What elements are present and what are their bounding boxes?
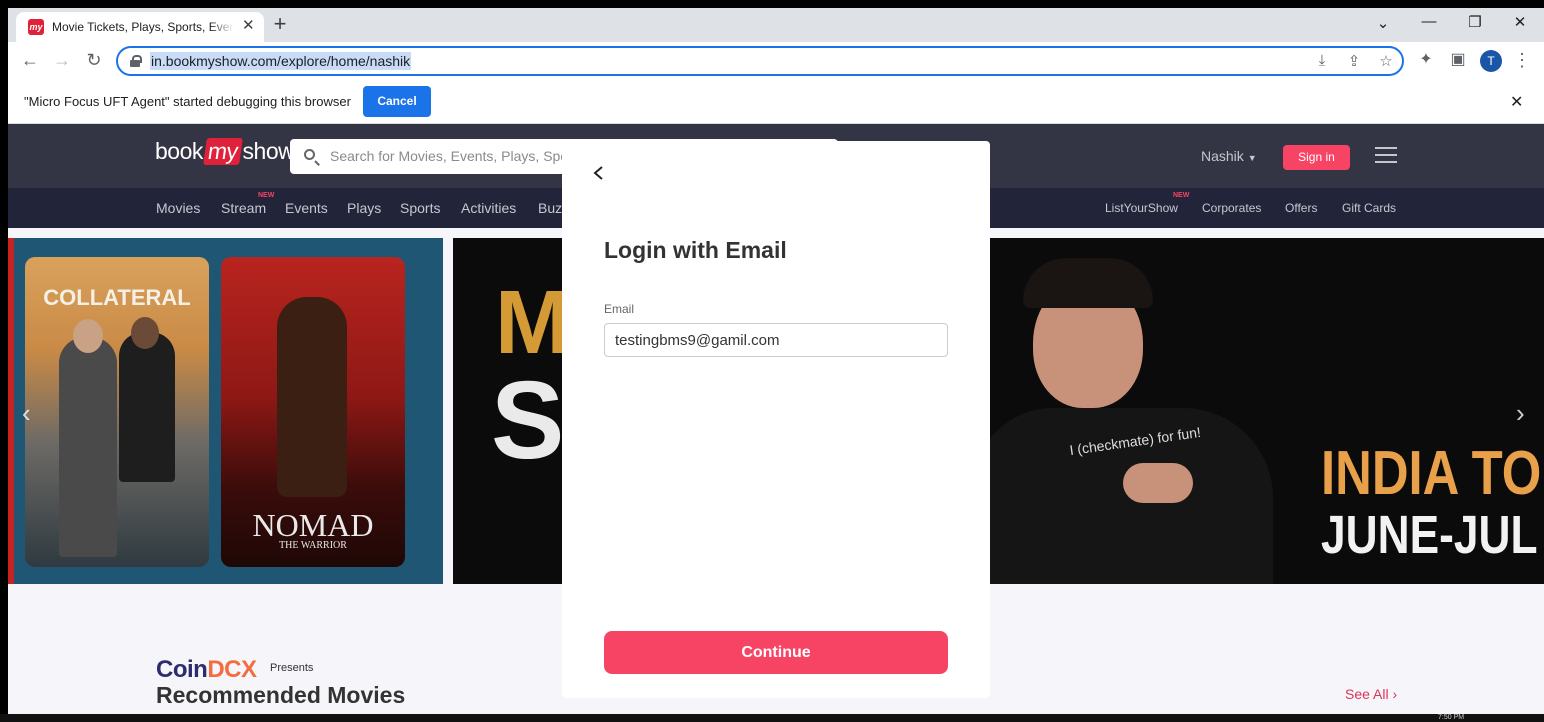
page-content: book my show Search for Movies, Events, Pl… (8, 124, 1544, 722)
poster-title: COLLATERAL (43, 285, 191, 310)
minimize-icon[interactable]: — (1419, 13, 1439, 30)
email-field[interactable] (604, 323, 948, 357)
taskbar-clock: 7:50 PM (1438, 714, 1465, 721)
carousel-prev-icon[interactable]: ‹ (22, 398, 31, 429)
coindcx-logo: CoinDCX (156, 656, 257, 684)
reload-icon[interactable]: ↻ (83, 50, 105, 70)
city-name: Nashik (1201, 148, 1244, 164)
infobar-cancel-button[interactable]: Cancel (363, 86, 431, 117)
side-panel-icon[interactable]: ▣ (1447, 50, 1469, 70)
tab-search-chevron-icon[interactable]: ⌄ (1373, 14, 1393, 32)
new-tab-icon[interactable]: + (268, 12, 292, 36)
see-all-link[interactable]: See All › (1345, 686, 1397, 702)
face-shape (73, 319, 103, 353)
banner-edge (8, 238, 14, 584)
section-title: Recommended Movies (156, 682, 406, 708)
install-app-icon[interactable]: ⤓ (1312, 52, 1332, 69)
hand-shape (1123, 463, 1193, 503)
lock-icon[interactable] (130, 55, 142, 67)
hamburger-menu-icon[interactable] (1375, 147, 1397, 163)
tab-title: Movie Tickets, Plays, Sports, Events & C… (52, 20, 234, 34)
maximize-icon[interactable]: ❐ (1465, 13, 1485, 31)
share-icon[interactable]: ⇪ (1344, 52, 1364, 70)
nav-listyourshow[interactable]: ListYourShow (1105, 201, 1178, 215)
chrome-menu-icon[interactable]: ⋮ (1511, 50, 1533, 70)
presents-label: Presents (270, 662, 314, 674)
poster-collateral[interactable]: COLLATERAL (25, 257, 209, 567)
figure-silhouette (277, 297, 347, 497)
browser-toolbar: ← → ↻ in.bookmyshow.com/explore/home/nas… (8, 42, 1544, 80)
infobar-close-icon[interactable]: ✕ (1510, 92, 1523, 112)
caret-down-icon: ▼ (1247, 153, 1257, 163)
extensions-puzzle-icon[interactable]: ✦ (1415, 50, 1437, 70)
os-taskbar (0, 714, 1544, 722)
brand-text: DCX (207, 656, 257, 683)
logo-text-my: my (202, 138, 243, 165)
profile-avatar[interactable]: T (1480, 50, 1502, 72)
banner-letters: M (495, 273, 570, 373)
nav-gift-cards[interactable]: Gift Cards (1342, 201, 1396, 215)
forward-arrow-icon[interactable]: → (51, 50, 73, 70)
tour-dates: JUNE-JUL (1321, 505, 1538, 565)
poster-subtitle: THE WARRIOR (279, 540, 347, 551)
tab-active[interactable]: my Movie Tickets, Plays, Sports, Events … (16, 12, 264, 42)
logo-text-book: book (155, 138, 203, 164)
close-window-icon[interactable]: ✕ (1510, 13, 1530, 31)
nav-movies[interactable]: Movies (156, 200, 200, 216)
banner-slide-movies[interactable]: COLLATERAL NOMAD THE WARRIOR (8, 238, 443, 584)
new-badge: NEW (258, 192, 275, 199)
city-selector[interactable]: Nashik ▼ (1201, 148, 1257, 164)
poster-nomad[interactable]: NOMAD THE WARRIOR (221, 257, 405, 567)
logo-text-show: show (242, 138, 295, 164)
carousel-next-icon[interactable]: › (1516, 398, 1525, 429)
face-shape (131, 317, 159, 349)
bookmyshow-logo[interactable]: book my show (155, 138, 295, 165)
back-arrow-icon[interactable]: ← (19, 50, 41, 70)
back-chevron-icon[interactable] (592, 165, 612, 181)
bookmyshow-favicon-icon: my (28, 19, 44, 35)
login-modal: Login with Email Email Continue (562, 141, 990, 698)
debugging-infobar: "Micro Focus UFT Agent" started debuggin… (8, 80, 1544, 124)
url-text[interactable]: in.bookmyshow.com/explore/home/nashik (150, 52, 412, 70)
nav-offers[interactable]: Offers (1285, 201, 1317, 215)
nav-events[interactable]: Events (285, 200, 328, 216)
figure-silhouette (59, 337, 117, 557)
figure-silhouette (119, 332, 175, 482)
address-bar[interactable]: in.bookmyshow.com/explore/home/nashik ⤓ … (116, 46, 1404, 76)
modal-title: Login with Email (604, 237, 787, 263)
search-icon (304, 149, 315, 160)
nav-corporates[interactable]: Corporates (1202, 201, 1261, 215)
nav-sports[interactable]: Sports (400, 200, 440, 216)
poster-title: NOMAD (252, 507, 374, 543)
tab-close-icon[interactable]: ✕ (242, 18, 255, 34)
sign-in-button[interactable]: Sign in (1283, 145, 1350, 170)
hair-shape (1023, 258, 1153, 308)
continue-button[interactable]: Continue (604, 631, 948, 674)
nav-stream[interactable]: Stream (221, 200, 266, 216)
infobar-message: "Micro Focus UFT Agent" started debuggin… (24, 94, 351, 109)
bookmark-star-icon[interactable]: ☆ (1376, 52, 1396, 70)
nav-plays[interactable]: Plays (347, 200, 381, 216)
new-badge: NEW (1173, 192, 1190, 199)
comedian-image: I (checkmate) for fun! (973, 238, 1313, 584)
brand-text: Coin (156, 656, 208, 683)
nav-activities[interactable]: Activities (461, 200, 516, 216)
browser-window: my Movie Tickets, Plays, Sports, Events … (8, 8, 1544, 722)
email-label: Email (604, 302, 635, 316)
tab-strip: my Movie Tickets, Plays, Sports, Events … (8, 8, 1544, 42)
tour-title: INDIA TO (1321, 439, 1542, 508)
